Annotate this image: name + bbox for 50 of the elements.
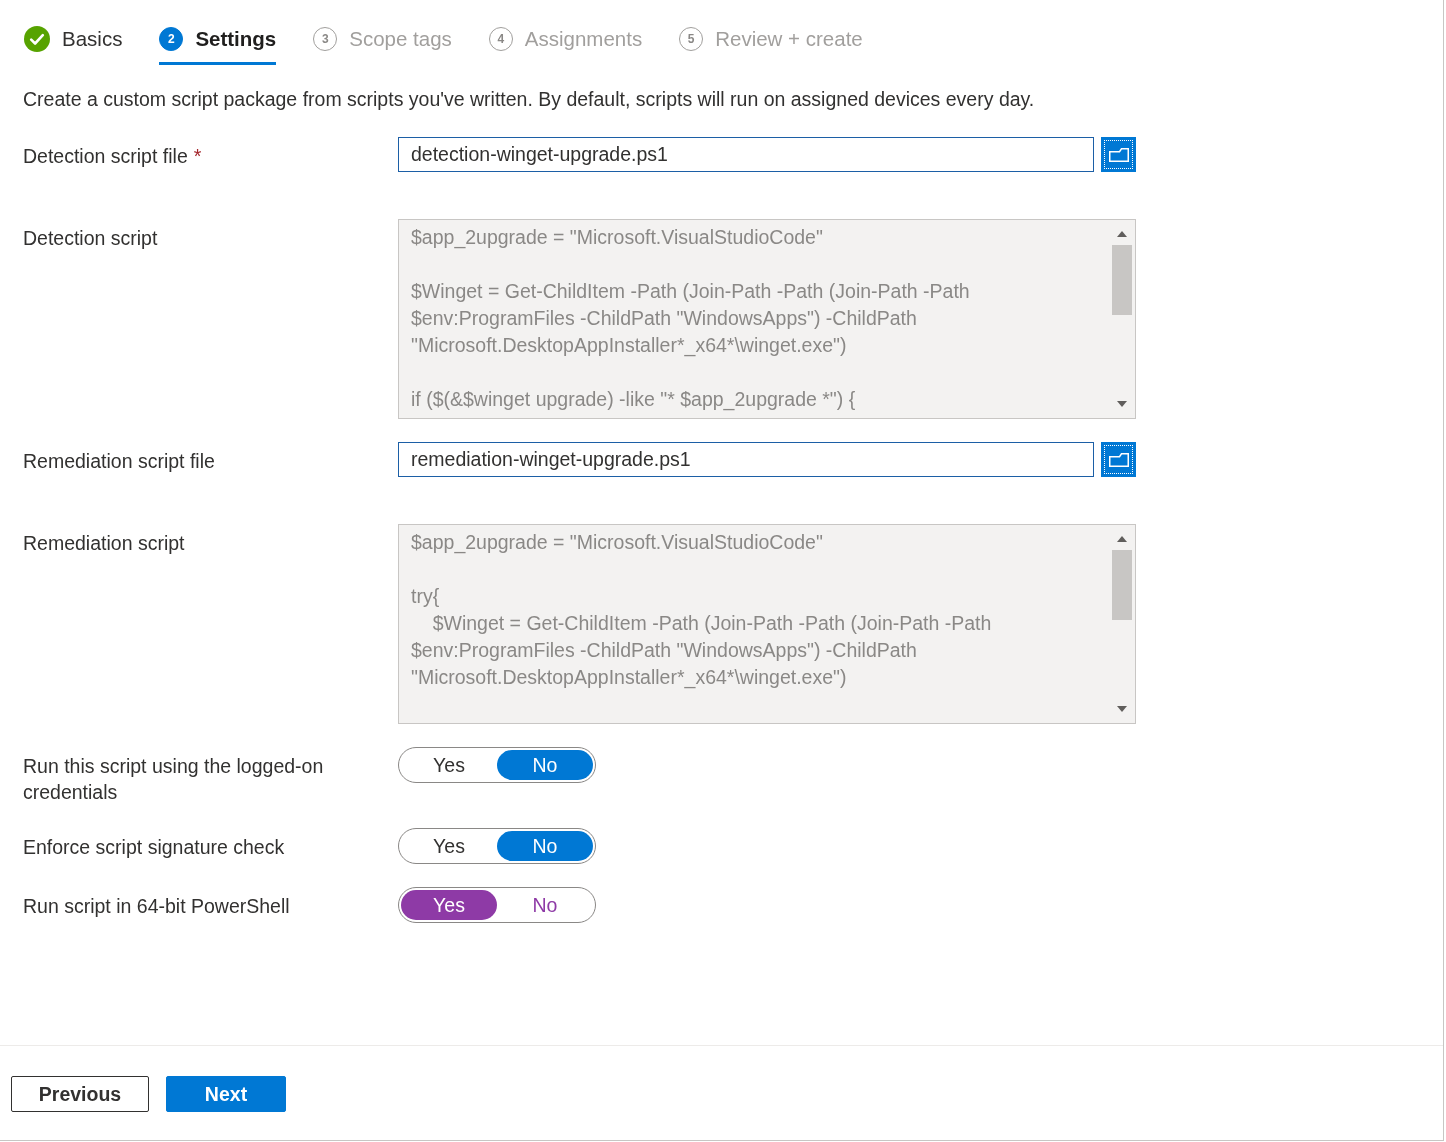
field-label: Detection script (23, 226, 158, 251)
caret-down-icon[interactable] (1117, 401, 1127, 407)
browse-button[interactable] (1101, 137, 1136, 172)
toggle-option[interactable]: No (497, 831, 593, 861)
field-label: Enforce script signature check (23, 835, 285, 860)
code-line: try{ (411, 584, 440, 609)
code-line: $Winget = Get-ChildItem -Path (Join-Path -Path (Join-Path -Path (411, 279, 970, 304)
step-number: 4 (488, 27, 513, 51)
description-text: Create a custom script package from scripts you've written. By default, scripts will run on assigned devices every day. (23, 87, 1035, 112)
field-label: Run script in 64-bit PowerShell (23, 894, 290, 919)
step-tab[interactable]: 2 Settings (159, 26, 277, 65)
step-number: 2 (159, 27, 184, 51)
step-tab[interactable]: 3 Scope tags (313, 26, 452, 65)
code-line: $env:ProgramFiles -ChildPath "WindowsApps") -ChildPath (411, 306, 917, 331)
file-name-input[interactable]: remediation-winget-upgrade.ps1 (398, 442, 1094, 477)
scrollbar-thumb[interactable] (1112, 245, 1132, 315)
field-label: Remediation script (23, 531, 185, 556)
step-number: 5 (679, 27, 704, 51)
script-textarea[interactable] (398, 524, 1136, 724)
script-textarea[interactable] (398, 219, 1136, 419)
toggle-option[interactable]: No (497, 890, 593, 920)
caret-up-icon[interactable] (1117, 536, 1127, 542)
previous-button[interactable]: Previous (11, 1076, 149, 1112)
toggle-option[interactable]: Yes (401, 831, 497, 861)
file-name-input[interactable]: detection-winget-upgrade.ps1 (398, 137, 1094, 172)
toggle-option[interactable]: Yes (401, 890, 497, 920)
required-asterisk: * (193, 144, 202, 169)
code-line: $Winget = Get-ChildItem -Path (Join-Path -Path (Join-Path -Path (431, 611, 992, 636)
caret-up-icon[interactable] (1117, 231, 1127, 237)
step-tab[interactable]: 5 Review + create (679, 26, 863, 65)
browse-button[interactable] (1101, 442, 1136, 477)
step-number: 3 (313, 27, 338, 51)
field-label: Detection script file (23, 144, 188, 169)
field-label: Remediation script file (23, 449, 215, 474)
code-line: "Microsoft.DesktopAppInstaller*_x64*\winget.exe") (411, 333, 847, 359)
code-line: $app_2upgrade = "Microsoft.VisualStudioCode" (411, 225, 823, 251)
toggle-option[interactable]: No (497, 750, 593, 780)
folder-icon (1108, 452, 1129, 467)
folder-icon (1108, 147, 1129, 162)
step-tab[interactable]: 4 Assignments (488, 26, 643, 65)
toggle-option[interactable]: Yes (401, 750, 497, 780)
caret-down-icon[interactable] (1117, 706, 1127, 712)
scrollbar-thumb[interactable] (1112, 550, 1132, 620)
code-line: "Microsoft.DesktopAppInstaller*_x64*\winget.exe") (411, 665, 847, 691)
code-line: if ($(&$winget upgrade) -like "* $app_2upgrade *") { (411, 387, 856, 413)
field-label: Run this script using the logged-on credentials (23, 754, 325, 805)
step-tab[interactable]: Basics (24, 26, 123, 65)
code-line: $app_2upgrade = "Microsoft.VisualStudioCode" (411, 530, 823, 556)
next-button[interactable]: Next (166, 1076, 286, 1112)
code-line: $env:ProgramFiles -ChildPath "WindowsApps") -ChildPath (411, 638, 917, 663)
